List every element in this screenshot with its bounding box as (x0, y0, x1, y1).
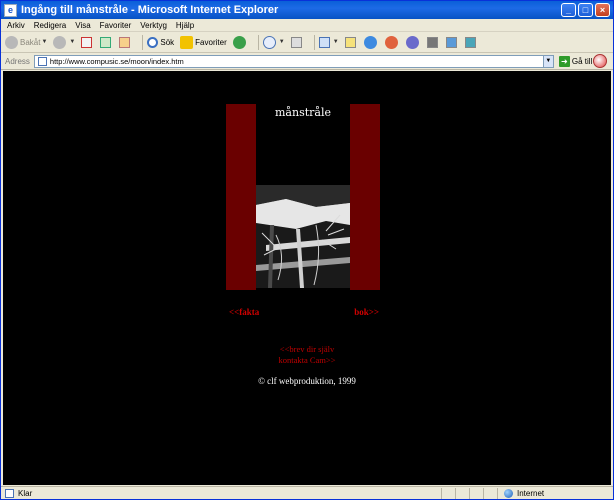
ie-app-icon: e (4, 3, 17, 17)
mail-link[interactable]: <<brev dir själv (3, 344, 611, 355)
chevron-down-icon: ▼ (332, 39, 339, 45)
status-bar: Klar Internet (1, 486, 613, 499)
mail-button[interactable]: ▼ (262, 35, 285, 49)
media-icon (384, 35, 398, 49)
chevron-down-icon: ▼ (278, 39, 285, 45)
window-title: Ingång till månstråle - Microsoft Intern… (21, 4, 279, 16)
favorites-button[interactable]: Favoriter (180, 35, 227, 49)
contact-link[interactable]: kontakta Cam>> (3, 355, 611, 366)
address-dropdown-icon[interactable]: ▼ (542, 55, 553, 67)
stop-button[interactable] (81, 36, 94, 48)
close-button[interactable]: × (595, 3, 610, 17)
chevron-down-icon: ▼ (69, 39, 76, 45)
status-message: Klar (1, 488, 441, 498)
toolbar-separator (142, 34, 144, 50)
address-label: Adress (5, 56, 30, 66)
search-icon (147, 36, 159, 48)
extra-tool-button[interactable] (464, 36, 478, 48)
status-text: Klar (18, 488, 33, 498)
menu-verktyg[interactable]: Verktyg (140, 21, 167, 30)
address-bar: Adress ▼ ➜ Gå till (1, 53, 613, 70)
history-icon (232, 35, 246, 49)
globe-icon (504, 488, 513, 498)
menu-bar: Arkiv Redigera Visa Favoriter Verktyg Hj… (1, 19, 613, 32)
tool-icon (464, 36, 476, 48)
favorites-label: Favoriter (195, 37, 227, 47)
forward-arrow-icon (53, 35, 67, 49)
browser-window: e Ingång till månstråle - Microsoft Inte… (0, 0, 614, 500)
chevron-down-icon: ▼ (41, 39, 48, 45)
forward-button[interactable]: ▼ (53, 35, 76, 49)
minimize-button[interactable]: _ (561, 3, 576, 17)
page-content: månstråle <<fakta bok>> <<brev dir själv… (3, 71, 611, 485)
go-button[interactable]: ➜ Gå till (558, 55, 593, 67)
menu-visa[interactable]: Visa (75, 21, 90, 30)
address-input[interactable] (49, 55, 530, 67)
zone-label: Internet (517, 488, 545, 498)
fakta-link[interactable]: <<fakta (229, 307, 259, 317)
address-field[interactable]: ▼ (33, 54, 554, 68)
search-label: Sök (160, 37, 175, 47)
research-button[interactable] (405, 35, 421, 49)
info-icon (426, 36, 438, 48)
status-cell (483, 487, 497, 499)
menu-redigera[interactable]: Redigera (34, 21, 66, 30)
windows-logo-icon (593, 54, 607, 68)
back-arrow-icon (5, 35, 18, 49)
go-arrow-icon: ➜ (558, 55, 570, 67)
go-label: Gå till (571, 56, 593, 66)
standard-toolbar: Bakåt ▼ ▼ Sök Favoriter ▼ ▼ (1, 32, 613, 53)
home-icon (119, 36, 131, 48)
menu-favoriter[interactable]: Favoriter (100, 21, 132, 30)
refresh-button[interactable] (100, 36, 113, 48)
discuss-icon (344, 36, 356, 48)
header-center: månstråle (256, 104, 350, 290)
page-title: månstråle (275, 106, 331, 119)
search-button[interactable]: Sök (147, 36, 175, 48)
window-controls: _ □ × (561, 3, 610, 17)
header-panel: månstråle (226, 104, 380, 290)
edit-button[interactable]: ▼ (318, 36, 339, 48)
status-cell (469, 487, 483, 499)
print-button[interactable] (290, 36, 304, 48)
menu-hjalp[interactable]: Hjälp (176, 21, 194, 30)
toolbar-separator (313, 34, 315, 50)
back-label: Bakåt (20, 37, 41, 47)
history-button[interactable] (232, 35, 248, 49)
copyright-text: © clf webproduktion, 1999 (258, 376, 356, 386)
menu-arkiv[interactable]: Arkiv (7, 21, 25, 30)
contact-links: <<brev dir själv kontakta Cam>> (3, 344, 611, 366)
toolbar-separator (257, 34, 259, 50)
page-icon (37, 56, 47, 66)
security-zone: Internet (497, 487, 545, 499)
messenger-icon (363, 35, 377, 49)
window-icon (445, 36, 457, 48)
stop-icon (81, 36, 93, 48)
edit-icon (318, 36, 330, 48)
status-cell (455, 487, 469, 499)
back-button[interactable]: Bakåt ▼ (5, 35, 48, 49)
media-button[interactable] (384, 35, 400, 49)
mail-icon (262, 35, 276, 49)
page-status-icon (5, 488, 14, 498)
status-cell (441, 487, 455, 499)
nav-links: <<fakta bok>> (229, 307, 379, 317)
moonlight-photo (256, 185, 350, 288)
title-bar: e Ingång till månstråle - Microsoft Inte… (1, 1, 613, 19)
messenger-button[interactable] (363, 35, 379, 49)
info-button[interactable] (426, 36, 440, 48)
bok-link[interactable]: bok>> (354, 307, 379, 317)
maximize-button[interactable]: □ (578, 3, 593, 17)
photo-artwork (256, 185, 350, 288)
refresh-icon (100, 36, 112, 48)
home-button[interactable] (119, 36, 132, 48)
print-icon (290, 36, 302, 48)
research-icon (405, 35, 419, 49)
discuss-button[interactable] (344, 36, 358, 48)
favorites-star-icon (180, 35, 194, 49)
messenger-shortcut-button[interactable] (445, 36, 459, 48)
